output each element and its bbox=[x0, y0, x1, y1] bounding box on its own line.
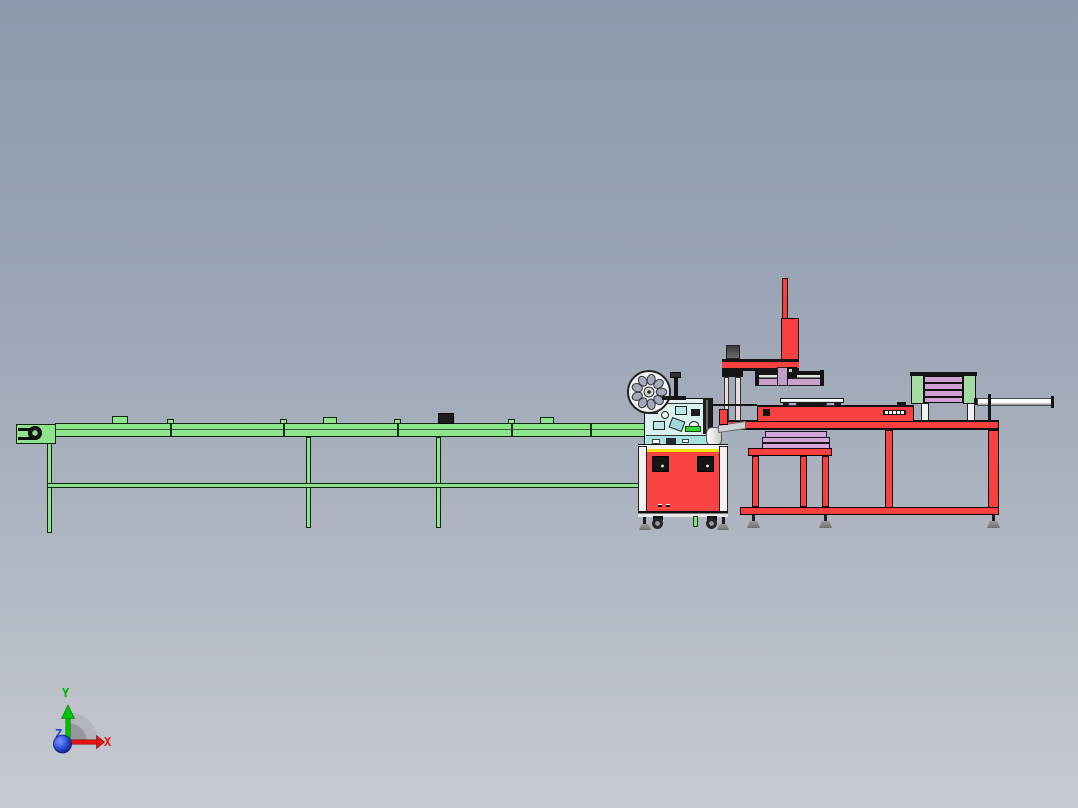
conveyor-joint bbox=[170, 424, 172, 436]
conveyor-pulley bbox=[28, 426, 42, 440]
conveyor-joint bbox=[283, 424, 285, 436]
conveyor-joint-tab bbox=[394, 419, 401, 424]
machine-foot-pad bbox=[717, 524, 729, 530]
panel-green-part bbox=[685, 426, 701, 432]
table-right-post bbox=[988, 430, 999, 511]
conveyor-lower-rail bbox=[47, 483, 645, 488]
subframe-leg bbox=[822, 456, 829, 507]
panel-detail bbox=[675, 406, 687, 415]
table-foot-pad bbox=[987, 521, 1000, 528]
cabinet-left-post bbox=[638, 446, 647, 517]
table-foot-stem bbox=[752, 515, 755, 522]
subframe-leg bbox=[800, 456, 807, 507]
reel-stand-cap bbox=[670, 372, 681, 378]
table-lower-beam bbox=[740, 507, 999, 515]
table-foot-stem bbox=[824, 515, 827, 522]
conveyor-sensor-bracket bbox=[438, 413, 454, 424]
cabinet-vent bbox=[652, 456, 669, 472]
reel-stand-bar bbox=[662, 396, 686, 400]
x-axis-label: X bbox=[104, 735, 112, 749]
gantry-leg bbox=[735, 377, 741, 421]
machine-foot-stem bbox=[722, 517, 725, 524]
feed-bed-button bbox=[763, 409, 770, 416]
machine-green-stub bbox=[693, 516, 698, 527]
table-foot-pad bbox=[819, 521, 832, 528]
panel-detail bbox=[653, 421, 665, 430]
band-detail bbox=[682, 439, 689, 443]
x-axis-shaft bbox=[69, 739, 98, 745]
conveyor-joint-tab bbox=[508, 419, 515, 424]
panel-detail bbox=[691, 409, 700, 416]
magazine-slats bbox=[924, 376, 963, 403]
tray-stack-plate bbox=[762, 443, 830, 449]
table-mid-post bbox=[885, 430, 893, 508]
conveyor-joint bbox=[511, 424, 513, 436]
gantry-motor-cap bbox=[726, 345, 740, 359]
guide-rod-bracket bbox=[988, 394, 991, 421]
panel-detail bbox=[668, 416, 686, 433]
cabinet-indicator bbox=[666, 504, 670, 507]
feed-bed-scale bbox=[883, 410, 906, 415]
feed-bed-tab bbox=[897, 402, 906, 406]
conveyor-mount-block bbox=[112, 416, 128, 424]
table-foot-pad bbox=[747, 521, 760, 528]
conveyor-beam bbox=[55, 423, 645, 437]
subframe-top-beam bbox=[748, 448, 832, 456]
conveyor-mount-block bbox=[323, 417, 337, 424]
slide-body bbox=[758, 378, 822, 386]
feed-platform bbox=[780, 398, 844, 403]
caster-wheel bbox=[706, 518, 717, 529]
conveyor-joint bbox=[590, 424, 592, 436]
table-foot-stem bbox=[992, 515, 995, 522]
origin-triad: Z Y X bbox=[53, 686, 112, 754]
gantry-post bbox=[782, 278, 788, 320]
slide-end-plate bbox=[820, 370, 824, 386]
panel-column-highlight bbox=[706, 400, 708, 430]
subframe-leg bbox=[752, 456, 759, 507]
y-axis-label: Y bbox=[62, 686, 70, 700]
guide-rod-end-cap bbox=[1051, 396, 1054, 408]
magazine-leg bbox=[967, 403, 975, 421]
slide-motor-box bbox=[787, 367, 797, 378]
conveyor-joint-tab bbox=[167, 419, 174, 424]
machine-rear-part bbox=[719, 409, 728, 425]
conveyor-joint bbox=[397, 424, 399, 436]
cabinet-vent bbox=[697, 456, 714, 472]
caster-wheel bbox=[652, 518, 663, 529]
slide-end-plate bbox=[755, 370, 759, 386]
film-reel bbox=[627, 370, 671, 414]
machine-foot-pad bbox=[639, 524, 651, 530]
cad-viewport[interactable]: Z Y X bbox=[0, 0, 1078, 808]
magazine-leg bbox=[921, 403, 929, 421]
machine-foot-stem bbox=[643, 517, 646, 524]
z-axis-ball bbox=[53, 734, 72, 754]
y-axis-arrowhead bbox=[61, 704, 75, 719]
conveyor-beam-seam bbox=[56, 429, 644, 430]
magazine-left-cap bbox=[911, 375, 924, 404]
cabinet-indicator bbox=[658, 504, 662, 507]
conveyor-mount-block bbox=[540, 417, 554, 424]
slide-motor-led bbox=[789, 369, 792, 372]
conveyor-joint-tab bbox=[280, 419, 287, 424]
cabinet-right-post bbox=[719, 446, 728, 517]
